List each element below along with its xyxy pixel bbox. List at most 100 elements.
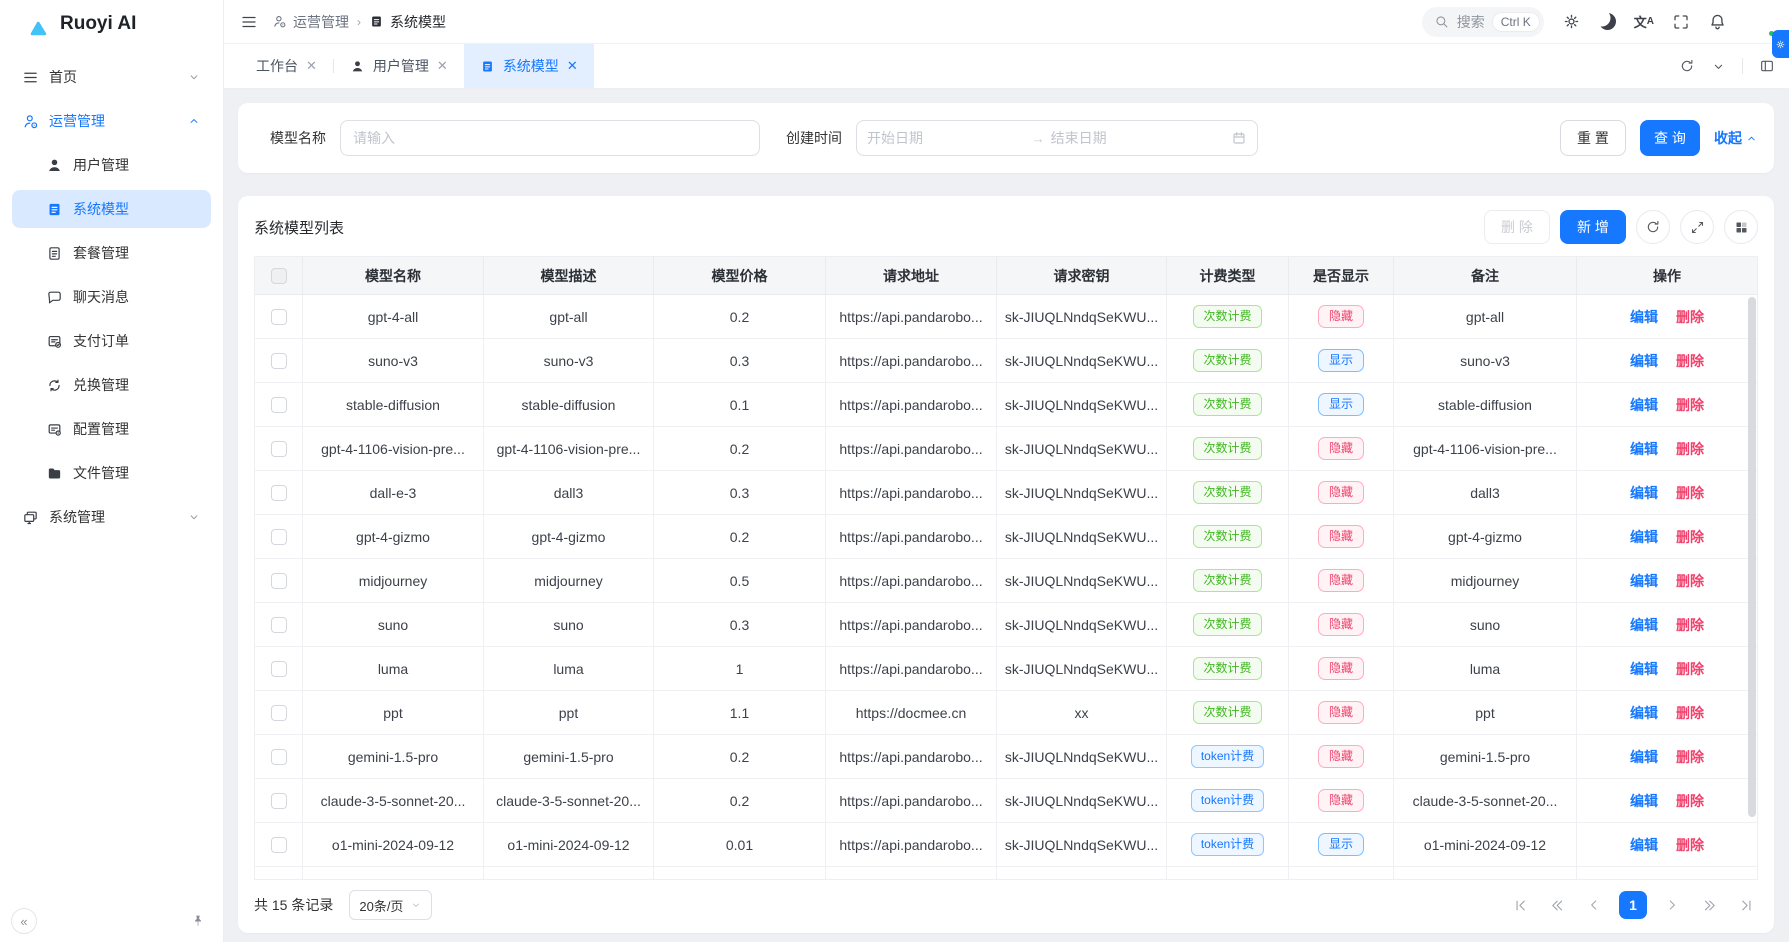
edit-link[interactable]: 编辑 [1630,527,1658,547]
fullscreen-button[interactable] [1680,210,1714,244]
delete-link[interactable]: 删除 [1676,615,1704,635]
breadcrumb-operations[interactable]: 运营管理 [272,12,349,32]
user-avatar[interactable] [1745,7,1775,37]
row-checkbox[interactable] [271,793,287,809]
edit-link[interactable]: 编辑 [1630,439,1658,459]
delete-link[interactable]: 删除 [1676,791,1704,811]
row-checkbox[interactable] [271,353,287,369]
next-page-button[interactable] [1660,893,1684,917]
edit-link[interactable]: 编辑 [1630,615,1658,635]
page-size-select[interactable]: 20条/页 [349,890,432,920]
global-search[interactable]: 搜索 Ctrl K [1422,7,1544,37]
table-header-cell: 模型描述 [484,257,654,295]
close-icon[interactable]: ✕ [306,58,317,74]
delete-link[interactable]: 删除 [1676,703,1704,723]
cell-request-url: https://api.pandarobo... [826,515,997,559]
last-page-button[interactable] [1734,893,1758,917]
close-icon[interactable]: ✕ [437,58,448,74]
edit-link[interactable]: 编辑 [1630,703,1658,723]
row-checkbox[interactable] [271,573,287,589]
row-checkbox[interactable] [271,397,287,413]
row-checkbox[interactable] [271,661,287,677]
query-button[interactable]: 查 询 [1640,120,1700,156]
delete-link[interactable]: 删除 [1676,659,1704,679]
sidebar-item-system-management[interactable]: 系统管理 [12,498,211,536]
delete-link[interactable]: 删除 [1676,571,1704,591]
delete-link[interactable]: 删除 [1676,439,1704,459]
column-settings-button[interactable] [1724,210,1758,244]
row-checkbox[interactable] [271,309,287,325]
close-icon[interactable]: ✕ [567,58,578,74]
billing-type-tag: 次数计费 [1193,525,1261,549]
delete-link[interactable]: 删除 [1676,395,1704,415]
notifications-bell-icon[interactable] [1708,12,1727,31]
edit-link[interactable]: 编辑 [1630,747,1658,767]
delete-button[interactable]: 删 除 [1484,210,1550,244]
dark-mode-moon-icon[interactable] [1599,13,1616,30]
delete-link[interactable]: 删除 [1676,747,1704,767]
hamburger-menu-icon[interactable] [240,13,258,31]
tab-user-management[interactable]: 用户管理 ✕ [334,44,464,88]
delete-link[interactable]: 删除 [1676,351,1704,371]
prev-5-pages-button[interactable] [1545,893,1569,917]
breadcrumb-system-model[interactable]: 系统模型 [369,12,446,32]
edit-link[interactable]: 编辑 [1630,835,1658,855]
sidebar-item-user-management[interactable]: 用户管理 [12,146,211,184]
sidebar-item-operations[interactable]: 运营管理 [12,102,211,140]
current-page-button[interactable]: 1 [1619,891,1647,919]
delete-link[interactable]: 删除 [1676,483,1704,503]
edit-link[interactable]: 编辑 [1630,571,1658,591]
start-date-placeholder[interactable]: 开始日期 [867,128,1026,148]
table-scrollbar[interactable] [1748,297,1756,817]
sidebar-item-file-management[interactable]: 文件管理 [12,454,211,492]
prev-page-button[interactable] [1582,893,1606,917]
sidebar-item-chat-messages[interactable]: 聊天消息 [12,278,211,316]
settings-gear-icon[interactable] [1562,12,1581,31]
tab-system-model[interactable]: 系统模型 ✕ [464,44,594,88]
billing-type-tag: 次数计费 [1193,657,1261,681]
sidebar-item-package-management[interactable]: 套餐管理 [12,234,211,272]
sidebar-item-payment-orders[interactable]: 支付订单 [12,322,211,360]
refresh-icon[interactable] [1679,58,1695,74]
edit-link[interactable]: 编辑 [1630,483,1658,503]
select-all-checkbox[interactable] [271,268,287,284]
row-checkbox[interactable] [271,617,287,633]
model-name-input[interactable] [340,120,760,156]
row-checkbox[interactable] [271,485,287,501]
delete-link[interactable]: 删除 [1676,307,1704,327]
fullscreen-icon[interactable] [1672,13,1690,31]
edit-link[interactable]: 编辑 [1630,351,1658,371]
collapse-filter-link[interactable]: 收起 [1714,128,1758,148]
sidebar-item-exchange-management[interactable]: 兑换管理 [12,366,211,404]
document-icon [369,14,384,29]
sidebar-item-config-management[interactable]: 配置管理 [12,410,211,448]
edit-link[interactable]: 编辑 [1630,791,1658,811]
edit-link[interactable]: 编辑 [1630,395,1658,415]
row-checkbox[interactable] [271,749,287,765]
pin-sidebar-icon[interactable] [190,912,206,930]
end-date-placeholder[interactable]: 结束日期 [1051,128,1225,148]
delete-link[interactable]: 删除 [1676,835,1704,855]
row-checkbox[interactable] [271,529,287,545]
next-5-pages-button[interactable] [1697,893,1721,917]
edit-link[interactable]: 编辑 [1630,307,1658,327]
language-translate-icon[interactable]: 文A [1634,12,1654,31]
sidebar-item-home[interactable]: 首页 [12,58,211,96]
delete-link[interactable]: 删除 [1676,527,1704,547]
row-checkbox[interactable] [271,705,287,721]
row-checkbox[interactable] [271,837,287,853]
preferences-trigger-button[interactable] [1772,30,1789,58]
refresh-button[interactable] [1636,210,1670,244]
first-page-button[interactable] [1508,893,1532,917]
row-checkbox[interactable] [271,441,287,457]
chevron-down-icon[interactable] [1711,59,1726,74]
sidebar-item-system-model[interactable]: 系统模型 [12,190,211,228]
edit-link[interactable]: 编辑 [1630,659,1658,679]
collapse-sidebar-button[interactable]: « [11,908,37,934]
layout-panel-icon[interactable] [1759,58,1775,74]
brand-logo[interactable]: Ruoyi AI [0,0,223,48]
tab-workbench[interactable]: 工作台 ✕ [240,44,333,88]
reset-button[interactable]: 重 置 [1560,120,1626,156]
date-range-picker[interactable]: 开始日期 → 结束日期 [856,120,1258,156]
add-button[interactable]: 新 增 [1560,210,1626,244]
